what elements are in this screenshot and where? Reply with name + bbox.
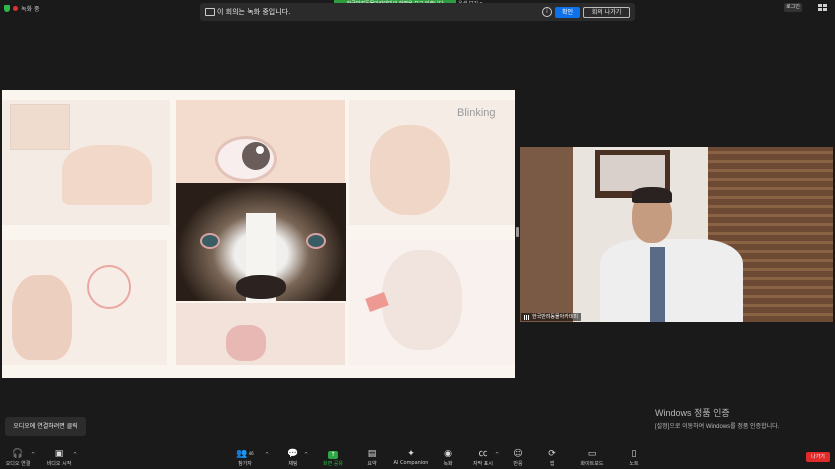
share-screen-button[interactable]: ↑ 화면 공유: [320, 447, 346, 469]
confirm-button[interactable]: 확인: [555, 7, 580, 18]
audio-connect-tooltip: 오디오에 연결하려면 클릭: [5, 417, 86, 436]
whiteboard-button[interactable]: ▭ 화이트보드: [577, 447, 607, 469]
participants-button[interactable]: 👥46 참가자: [233, 447, 257, 469]
signal-bars-icon: [524, 314, 530, 320]
activation-subtitle: [설정]으로 이동하여 Windows를 정품 인증합니다.: [655, 424, 780, 430]
video-off-icon: ▣: [54, 449, 64, 459]
chat-options-chevron-icon[interactable]: ^: [304, 452, 308, 458]
chat-label: 채팅: [288, 461, 298, 467]
reactions-label: 반응: [513, 461, 523, 467]
apps-button[interactable]: ⟳ 앱: [545, 447, 559, 469]
whiteboard-icon: ▭: [587, 449, 597, 459]
dog-nose: [236, 275, 286, 299]
dog-photo: [176, 183, 346, 301]
illustration-magnifier-circle: [87, 265, 131, 309]
record-button[interactable]: ◉ 녹화: [440, 447, 456, 469]
video-button[interactable]: ▣ 비디오 시작: [42, 447, 76, 469]
participants-label: 참가자: [238, 461, 252, 467]
participants-icon: 👥46: [236, 449, 254, 459]
recording-label: 녹화 중: [21, 6, 40, 13]
slide-title: Blinking: [457, 107, 496, 119]
meeting-toolbar: 🎧 오디오 연결 ^ ▣ 비디오 시작 ^ 👥46 참가자 ^ 💬 채팅 ^ ↑…: [0, 447, 835, 469]
security-shield-icon: [4, 5, 10, 12]
recording-camera-icon: [205, 8, 215, 16]
video-wall-left: [520, 147, 573, 322]
illustration-husky: [382, 250, 462, 350]
captions-label: 자막 표시: [473, 461, 493, 467]
notes-label: 노트: [629, 461, 639, 467]
activation-title: Windows 정품 인증: [655, 408, 730, 418]
illustration-beagle-face: [12, 275, 72, 360]
participant-name-tag: 한국반려동물아카데미: [521, 313, 582, 321]
apps-icon: ⟳: [548, 449, 556, 459]
audio-button[interactable]: 🎧 오디오 연결: [3, 447, 33, 469]
captions-options-chevron-icon[interactable]: ^: [495, 452, 499, 458]
recording-notice-message: 이 회의는 녹화 중입니다.: [217, 8, 291, 16]
audio-options-chevron-icon[interactable]: ^: [31, 452, 35, 458]
ai-companion-label: AI Companion: [393, 460, 429, 466]
info-icon[interactable]: i: [542, 7, 552, 17]
recording-dot-icon: [13, 6, 18, 11]
participant-name: 한국반려동물아카데미: [532, 314, 579, 320]
illustration-tongue: [226, 325, 266, 361]
dog-right-eye: [306, 233, 326, 249]
illustration-bulldog-thumbnail: [10, 104, 70, 150]
apps-label: 앱: [549, 461, 555, 467]
top-bar: 녹화 중 한국반려동물아카데미의 화면을 보고 있습니다 옵션 보기 ▾ 이 회…: [0, 0, 835, 22]
share-screen-label: 화면 공유: [323, 461, 343, 467]
presenter-hair: [632, 187, 672, 203]
leave-button[interactable]: 나가기: [806, 452, 830, 462]
view-layout-icon[interactable]: [818, 4, 827, 11]
summary-icon: ▤: [367, 449, 377, 459]
dog-left-eye: [200, 233, 220, 249]
illustration-pupil: [242, 142, 270, 170]
ai-sparkle-icon: ✦: [407, 449, 415, 459]
recording-notice-bar: 이 회의는 녹화 중입니다. i 확인 회의 나가기: [200, 3, 635, 21]
headphones-icon: 🎧: [12, 449, 24, 459]
video-label: 비디오 시작: [46, 461, 72, 467]
illustration-pupil-highlight: [256, 146, 264, 154]
panel-resize-handle[interactable]: [516, 227, 519, 237]
illustration-dog-head: [370, 125, 450, 215]
leave-meeting-button[interactable]: 회의 나가기: [583, 7, 630, 18]
record-label: 녹화: [443, 461, 453, 467]
summary-label: 요약: [367, 461, 377, 467]
login-button[interactable]: 로그인: [784, 3, 802, 12]
shared-screen-slide: Blinking: [2, 90, 515, 378]
chat-icon: 💬: [287, 449, 299, 459]
presenter-tie: [650, 247, 665, 322]
presenter-coat: [600, 239, 743, 322]
chat-button[interactable]: 💬 채팅: [285, 447, 301, 469]
video-options-chevron-icon[interactable]: ^: [73, 452, 77, 458]
participants-count: 46: [248, 451, 254, 456]
reactions-icon: ☺: [513, 449, 523, 459]
recording-indicator[interactable]: 녹화 중: [4, 4, 39, 13]
record-icon: ◉: [444, 449, 452, 459]
video-picture: [600, 155, 665, 191]
presenter-video[interactable]: [520, 147, 833, 322]
notes-icon: ▯: [631, 449, 637, 459]
windows-activation-watermark: Windows 정품 인증 [설정]으로 이동하여 Windows를 정품 인증…: [655, 406, 779, 430]
audio-label: 오디오 연결: [5, 461, 31, 467]
illustration-beagle: [62, 145, 152, 205]
notes-button[interactable]: ▯ 노트: [627, 447, 641, 469]
whiteboard-label: 화이트보드: [580, 461, 604, 467]
captions-button[interactable]: ㏄ 자막 표시: [471, 447, 495, 469]
participants-options-chevron-icon[interactable]: ^: [265, 452, 269, 458]
reactions-button[interactable]: ☺ 반응: [510, 447, 526, 469]
summary-button[interactable]: ▤ 요약: [364, 447, 380, 469]
share-screen-icon: ↑: [320, 449, 346, 459]
captions-icon: ㏄: [478, 449, 488, 459]
ai-companion-button[interactable]: ✦ AI Companion: [392, 447, 430, 469]
